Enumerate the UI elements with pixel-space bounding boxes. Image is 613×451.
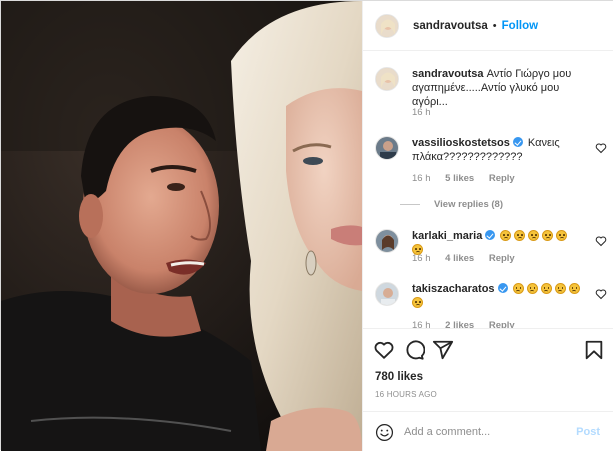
author-username[interactable]: sandravoutsa — [413, 20, 488, 32]
replies-line — [400, 203, 420, 205]
post-comment-button[interactable]: Post — [576, 426, 600, 438]
comment-username[interactable]: vassilioskostetsos — [412, 137, 510, 149]
comment-time: 16 h — [412, 173, 431, 184]
reply-button[interactable]: Reply — [489, 320, 515, 328]
view-replies-label: View replies (8) — [434, 199, 503, 210]
comments-list[interactable]: sandravoutsa Αντίο Γιώργο μου αγαπημένε.… — [363, 52, 613, 328]
add-comment-bar: Post — [363, 411, 613, 451]
comment-input[interactable] — [404, 423, 564, 441]
post-header: sandravoutsa • Follow — [363, 1, 613, 51]
header-separator: • — [492, 19, 497, 32]
likes-count[interactable]: 780 likes — [375, 371, 423, 383]
sad-face-emoji-icon — [512, 283, 524, 294]
post-actions-bar — [363, 328, 613, 372]
sad-face-emoji-icon — [556, 230, 568, 241]
sad-face-emoji-icon — [514, 230, 526, 241]
reply-button[interactable]: Reply — [489, 253, 515, 264]
comment-meta: 16 h 2 likes Reply — [412, 320, 527, 328]
comment-likes-count[interactable]: 2 likes — [445, 320, 474, 328]
bookmark-icon[interactable] — [583, 339, 605, 361]
sad-face-emoji-icon — [412, 297, 423, 308]
comment-likes-count[interactable]: 5 likes — [445, 173, 474, 184]
comment-username[interactable]: karlaki_maria — [412, 230, 482, 242]
sad-face-emoji-icon — [568, 283, 580, 294]
reply-button[interactable]: Reply — [489, 173, 515, 184]
comment-avatar[interactable] — [375, 282, 399, 306]
post-photo-image — [1, 1, 362, 451]
comment-icon[interactable] — [403, 339, 425, 361]
comment-avatar[interactable] — [375, 136, 399, 160]
comment-body: vassilioskostetsos Κανεις πλάκα?????????… — [412, 136, 584, 164]
sad-face-emoji-icon — [542, 230, 554, 241]
comment-avatar[interactable] — [375, 67, 399, 91]
comment-like-heart-icon[interactable] — [595, 142, 607, 154]
smiley-icon[interactable] — [375, 423, 394, 442]
post-side-panel: sandravoutsa • Follow sandravoutsa Αντίο… — [362, 1, 613, 451]
verified-badge-icon — [497, 283, 508, 293]
comment-meta: 16 h 4 likes Reply — [412, 253, 527, 264]
comment-meta: 16 h — [412, 107, 443, 118]
instagram-post-view: sandravoutsa • Follow sandravoutsa Αντίο… — [0, 0, 613, 451]
heart-icon[interactable] — [373, 339, 395, 361]
view-replies-button[interactable]: View replies (8) — [400, 199, 503, 210]
post-photo[interactable] — [1, 1, 362, 451]
comment-body: sandravoutsa Αντίο Γιώργο μου αγαπημένε.… — [412, 67, 584, 109]
follow-button[interactable]: Follow — [502, 20, 538, 32]
verified-badge-icon — [512, 137, 523, 147]
comment-username[interactable]: takiszacharatos — [412, 283, 495, 295]
comment-time: 16 h — [412, 320, 431, 328]
sad-face-emoji-icon — [500, 230, 512, 241]
comment-time: 16 h — [412, 107, 431, 118]
author-avatar[interactable] — [375, 13, 399, 38]
comment-time: 16 h — [412, 253, 431, 264]
comment-username[interactable]: sandravoutsa — [412, 68, 484, 80]
verified-badge-icon — [485, 230, 496, 240]
comment-likes-count[interactable]: 4 likes — [445, 253, 474, 264]
comment-like-heart-icon[interactable] — [595, 288, 607, 300]
sad-face-emoji-icon — [540, 283, 552, 294]
comment-like-heart-icon[interactable] — [595, 235, 607, 247]
sad-face-emoji-icon — [528, 230, 540, 241]
comment-meta: 16 h 5 likes Reply — [412, 173, 527, 184]
comment-avatar[interactable] — [375, 229, 399, 253]
sad-face-emoji-icon — [526, 283, 538, 294]
post-timestamp: 16 HOURS AGO — [375, 390, 437, 399]
sad-face-emoji-icon — [554, 283, 566, 294]
comment-body: takiszacharatos — [412, 282, 584, 310]
share-icon[interactable] — [432, 339, 454, 361]
